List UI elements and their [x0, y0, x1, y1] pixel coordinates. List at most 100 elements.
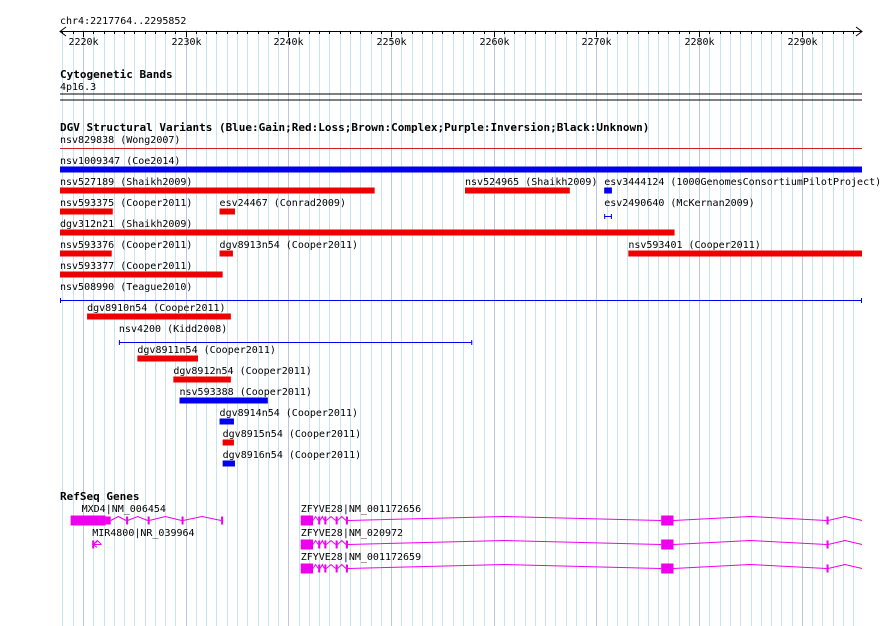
refseq-genes-track[interactable]: RefSeq Genes MXD4|NM_006454 ZFYVE28|NM_00…: [60, 490, 863, 574]
gene-ZFYVE28-1[interactable]: ZFYVE28|NM_001172656: [300, 504, 863, 526]
gene-exon: [147, 516, 150, 525]
gene-exon: [105, 516, 111, 525]
sv-feature-esv24467[interactable]: esv24467 (Conrad2009): [219, 198, 346, 215]
gene-exon: [826, 540, 829, 549]
refseq-track-title: RefSeq Genes: [60, 490, 139, 503]
sv-bar: [60, 229, 675, 236]
gene-exon: [661, 563, 674, 574]
sv-bar: [222, 439, 234, 446]
sv-bar: [219, 208, 235, 215]
gene-exon: [300, 563, 314, 574]
gene-MXD4[interactable]: MXD4|NM_006454: [70, 504, 224, 526]
cytoband-label: 4p16.3: [60, 82, 96, 93]
gene-intron-line: [312, 515, 863, 521]
sv-bar: [219, 418, 234, 425]
gene-exon: [826, 564, 829, 573]
sv-feature-dgv8915n54[interactable]: dgv8915n54 (Cooper2011): [222, 429, 361, 446]
cytoband-track[interactable]: Cytogenetic Bands 4p16.3: [60, 68, 862, 101]
ruler-tick-label: 2290k: [787, 37, 817, 48]
sv-bar: [60, 250, 112, 257]
sv-label: nsv524965 (Shaikh2009): [465, 177, 597, 188]
coordinate-label: chr4:2217764..2295852: [60, 16, 186, 27]
sv-bar: [87, 313, 231, 320]
sv-feature-nsv527189[interactable]: nsv527189 (Shaikh2009): [60, 177, 375, 194]
sv-label: nsv593388 (Cooper2011): [180, 387, 312, 398]
sv-label: esv3444124 (1000GenomesConsortiumPilotPr…: [604, 177, 881, 188]
sv-feature-nsv4200[interactable]: nsv4200 (Kidd2008): [118, 324, 473, 345]
sv-feature-dgv8914n54[interactable]: dgv8914n54 (Cooper2011): [219, 408, 358, 425]
gene-exon: [345, 516, 348, 525]
sv-feature-dgv8911n54[interactable]: dgv8911n54 (Cooper2011): [137, 345, 276, 362]
sv-bar: [173, 376, 231, 383]
sv-bar: [179, 397, 268, 404]
gene-exon: [661, 539, 674, 550]
sv-label: esv2490640 (McKernan2009): [604, 198, 755, 209]
sv-feature-esv3444124[interactable]: esv3444124 (1000GenomesConsortiumPilotPr…: [604, 177, 881, 194]
sv-feature-nsv593376[interactable]: nsv593376 (Cooper2011): [60, 240, 192, 257]
gene-MIR4800[interactable]: MIR4800|NR_039964: [92, 528, 195, 549]
gene-exon: [300, 539, 314, 550]
sv-bar: [465, 187, 570, 194]
gene-exon: [126, 516, 129, 525]
sv-feature-nsv593388[interactable]: nsv593388 (Cooper2011): [179, 387, 312, 404]
sv-feature-dgv8910n54[interactable]: dgv8910n54 (Cooper2011): [87, 303, 231, 320]
gene-exon: [221, 516, 224, 525]
sv-feature-nsv593377[interactable]: nsv593377 (Cooper2011): [60, 261, 223, 278]
gene-intron-line: [312, 563, 863, 569]
sv-feature-nsv524965[interactable]: nsv524965 (Shaikh2009): [465, 177, 597, 194]
sv-label: nsv829838 (Wong2007): [60, 135, 180, 146]
gene-exon: [181, 516, 184, 525]
gene-exon: [300, 515, 314, 526]
sv-feature-nsv829838[interactable]: nsv829838 (Wong2007): [60, 135, 862, 149]
sv-label: nsv4200 (Kidd2008): [119, 324, 227, 335]
sv-feature-nsv593375[interactable]: nsv593375 (Cooper2011): [60, 198, 192, 215]
structural-variants-track[interactable]: DGV Structural Variants (Blue:Gain;Red:L…: [60, 121, 881, 467]
gene-label: MXD4|NM_006454: [82, 504, 166, 515]
sv-label: nsv593377 (Cooper2011): [60, 261, 192, 272]
sv-feature-dgv8913n54[interactable]: dgv8913n54 (Cooper2011): [219, 240, 358, 257]
sv-label: dgv8913n54 (Cooper2011): [220, 240, 358, 251]
gene-exon: [318, 516, 321, 525]
ruler-tick-label: 2280k: [684, 37, 714, 48]
sv-label: nsv1009347 (Coe2014): [60, 156, 180, 167]
sv-feature-nsv1009347[interactable]: nsv1009347 (Coe2014): [60, 156, 862, 173]
sv-feature-nsv508990[interactable]: nsv508990 (Teague2010): [60, 282, 862, 303]
cytoband-track-title: Cytogenetic Bands: [60, 68, 173, 81]
sv-label: esv24467 (Conrad2009): [220, 198, 346, 209]
gene-ZFYVE28-2[interactable]: ZFYVE28|NM_020972: [300, 528, 863, 550]
gene-label: MIR4800|NR_039964: [92, 528, 194, 539]
ruler-tick-label: 2240k: [273, 37, 303, 48]
gene-exon: [345, 540, 348, 549]
sv-feature-dgv312n21[interactable]: dgv312n21 (Shaikh2009): [60, 219, 675, 236]
sv-label: dgv8914n54 (Cooper2011): [220, 408, 358, 419]
sv-bar: [628, 250, 862, 257]
gene-exon: [324, 564, 327, 573]
sv-label: dgv8916n54 (Cooper2011): [223, 450, 361, 461]
gene-exon: [661, 515, 674, 526]
sv-feature-nsv593401[interactable]: nsv593401 (Cooper2011): [628, 240, 862, 257]
sv-label: nsv593376 (Cooper2011): [60, 240, 192, 251]
gene-exon: [335, 540, 338, 549]
sv-label: dgv312n21 (Shaikh2009): [60, 219, 192, 230]
ruler-track: chr4:2217764..2295852 2220k 2230k 2240k 225…: [59, 16, 863, 48]
sv-bar: [137, 355, 198, 362]
gene-intron-line: [312, 539, 863, 545]
gene-ZFYVE28-3[interactable]: ZFYVE28|NM_001172659: [300, 552, 863, 574]
gene-exon: [335, 516, 338, 525]
gene-exon: [324, 516, 327, 525]
ruler-tick-label: 2230k: [171, 37, 201, 48]
gene-label: ZFYVE28|NM_001172656: [301, 504, 421, 515]
sv-bar: [60, 271, 223, 278]
gene-exon: [345, 564, 348, 573]
sv-feature-dgv8916n54[interactable]: dgv8916n54 (Cooper2011): [222, 450, 361, 467]
gene-exon: [318, 540, 321, 549]
ruler-tick-label: 2260k: [479, 37, 509, 48]
sv-label: dgv8911n54 (Cooper2011): [137, 345, 275, 356]
sv-feature-esv2490640[interactable]: esv2490640 (McKernan2009): [604, 198, 755, 219]
gene-exon: [70, 515, 106, 526]
sv-feature-dgv8912n54[interactable]: dgv8912n54 (Cooper2011): [173, 366, 312, 383]
sv-label: nsv508990 (Teague2010): [60, 282, 192, 293]
sv-bar: [60, 166, 862, 173]
sv-label: nsv593375 (Cooper2011): [60, 198, 192, 209]
gene-exon: [324, 540, 327, 549]
